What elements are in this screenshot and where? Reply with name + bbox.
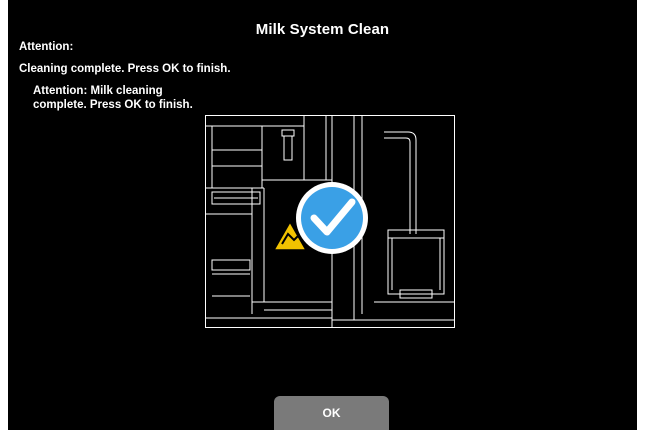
screen-title: Milk System Clean — [255, 21, 390, 38]
ok-button[interactable]: OK — [274, 396, 389, 430]
attention-note: Attention: Milk cleaning complete. Press… — [33, 85, 193, 111]
machine-illustration — [205, 115, 455, 328]
attention-heading: Attention: — [19, 41, 74, 53]
attention-message: Cleaning complete. Press OK to finish. — [19, 63, 231, 75]
checkmark-icon — [296, 182, 368, 254]
milk-clean-screen: Milk System Clean Attention: Cleaning co… — [8, 0, 637, 430]
